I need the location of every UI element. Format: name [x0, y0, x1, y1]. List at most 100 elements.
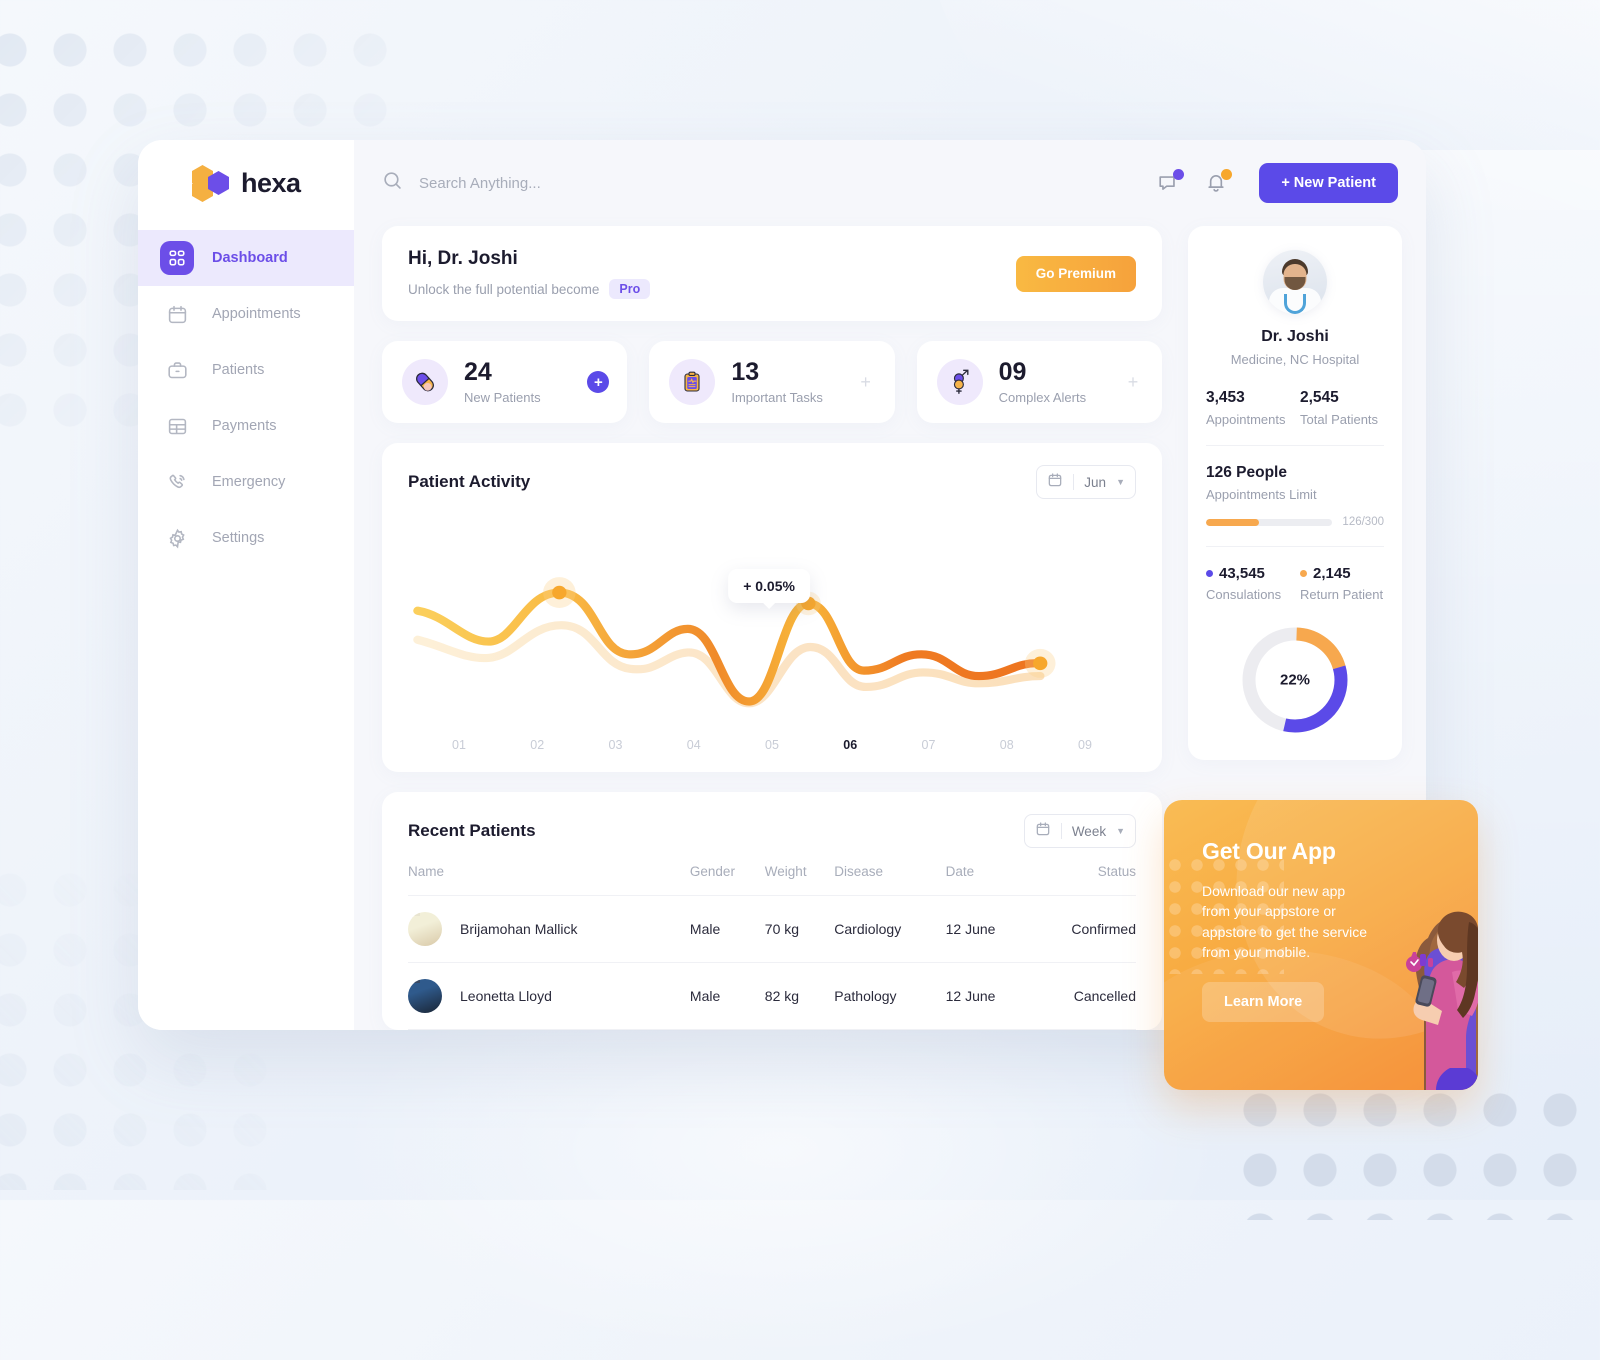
- sidebar-item-dashboard[interactable]: Dashboard: [138, 230, 354, 286]
- month-picker-value: Jun: [1084, 474, 1107, 490]
- learn-more-button[interactable]: Learn More: [1202, 982, 1325, 1023]
- legend-label: Consulations: [1206, 587, 1282, 602]
- chart-x-tick: 09: [1078, 738, 1092, 752]
- grid-icon: [160, 241, 194, 275]
- chart-x-tick: 08: [999, 738, 1014, 752]
- metric-label: Total Patients: [1300, 412, 1379, 427]
- metric-total-patients: 2,545 Total Patients: [1300, 389, 1384, 427]
- table-header-row: Name Gender Weight Disease Date Status: [408, 864, 1136, 896]
- stat-label: New Patients: [464, 389, 541, 405]
- column-header-name: Name: [408, 864, 690, 896]
- table-row[interactable]: Leonetta Lloyd Male 82 kg Pathology 12 J…: [408, 962, 1136, 1030]
- table-row[interactable]: Brijamohan Mallick Male 70 kg Cardiology…: [408, 895, 1136, 963]
- clipboard-icon: [669, 359, 716, 405]
- search-input[interactable]: [419, 174, 739, 192]
- stat-label: Important Tasks: [731, 389, 823, 405]
- sidebar-item-emergency[interactable]: Emergency: [138, 454, 354, 510]
- patient-activity-header: Patient Activity Jun ▼: [408, 465, 1136, 499]
- bell-icon[interactable]: [1199, 166, 1233, 200]
- stat-card-important-tasks[interactable]: 13 Important Tasks +: [649, 341, 895, 423]
- month-picker[interactable]: Jun ▼: [1036, 465, 1136, 499]
- calendar-icon: [1035, 821, 1051, 842]
- new-patient-button[interactable]: + New Patient: [1259, 163, 1398, 203]
- stat-card-complex-alerts[interactable]: 09 Complex Alerts +: [916, 341, 1162, 423]
- sidebar-item-patients[interactable]: Patients: [138, 342, 354, 398]
- column-header-status: Status: [1028, 864, 1136, 896]
- patient-activity-title: Patient Activity: [408, 472, 531, 491]
- recent-patients-header: Recent Patients Week ▼: [408, 814, 1136, 848]
- sidebar-item-settings[interactable]: Settings: [138, 510, 354, 566]
- chevron-down-icon: ▼: [1116, 477, 1125, 487]
- picker-divider: [1073, 474, 1075, 490]
- legend-value: 43,545: [1219, 565, 1265, 582]
- sidebar-item-label: Appointments: [212, 306, 301, 322]
- message-icon[interactable]: [1151, 166, 1185, 200]
- cell-status: Cancelled: [1028, 962, 1136, 1030]
- cell-name: Brijamohan Mallick: [408, 895, 690, 963]
- legend-label: Return Patient: [1300, 587, 1384, 602]
- stats-row: 24 New Patients + 13 Important Tasks + 0…: [382, 341, 1162, 423]
- column-header-gender: Gender: [689, 864, 765, 896]
- metric-appointments: 3,453 Appointments: [1206, 389, 1290, 427]
- chart-x-tick: 07: [921, 738, 936, 752]
- sidebar-item-label: Dashboard: [212, 250, 288, 266]
- sidebar-nav: Dashboard Appointments Patients Payments…: [138, 226, 354, 566]
- cell-status: Confirmed: [1028, 895, 1136, 963]
- promo-title: Get Our App: [1202, 838, 1336, 864]
- get-our-app-card: Get Our App Download our new app from yo…: [1164, 800, 1478, 1090]
- cell-gender: Male: [689, 895, 765, 963]
- sidebar-item-label: Payments: [212, 418, 277, 434]
- picker-divider: [1060, 823, 1062, 839]
- consultation-legend: 43,545 Consulations 2,145 Return Patient: [1206, 565, 1384, 602]
- sidebar: hexa Dashboard Appointments Patients Pay…: [138, 140, 354, 1030]
- table-header: Name Gender Weight Disease Date Status: [408, 864, 1136, 896]
- legend-dot-orange: [1300, 570, 1307, 577]
- stat-text: 24 New Patients: [464, 358, 541, 405]
- stat-card-new-patients[interactable]: 24 New Patients +: [382, 341, 628, 423]
- appointments-limit-block: 126 People Appointments Limit 126/300: [1206, 464, 1384, 528]
- chevron-down-icon: ▼: [1116, 826, 1125, 836]
- limit-label: Appointments Limit: [1206, 487, 1317, 502]
- go-premium-button[interactable]: Go Premium: [1015, 255, 1136, 292]
- metric-label: Appointments: [1206, 412, 1286, 427]
- donut-center-label: 22%: [1279, 671, 1311, 689]
- legend-dot-purple: [1206, 570, 1213, 577]
- period-picker[interactable]: Week ▼: [1023, 814, 1136, 848]
- message-badge: [1173, 169, 1185, 180]
- table-icon: [160, 409, 194, 443]
- cell-disease: Cardiology: [834, 895, 946, 963]
- patient-activity-chart: + 0.05%: [408, 509, 1136, 736]
- sidebar-item-appointments[interactable]: Appointments: [138, 286, 354, 342]
- column-header-date: Date: [945, 864, 1029, 896]
- metric-value: 2,545: [1300, 389, 1339, 406]
- limit-progress-row: 126/300: [1206, 516, 1384, 528]
- add-task-icon[interactable]: +: [855, 371, 877, 393]
- stat-value: 24: [464, 358, 492, 387]
- legend-value: 2,145: [1313, 565, 1351, 582]
- legend-consultations: 43,545 Consulations: [1206, 565, 1290, 602]
- search-icon: [382, 170, 403, 196]
- limit-progress-bar: [1206, 518, 1333, 526]
- background-dot-pattern-bottom-right: [1230, 1080, 1600, 1220]
- hexa-logo-icon: [192, 165, 234, 202]
- sidebar-item-payments[interactable]: Payments: [138, 398, 354, 454]
- chart-x-tick: 02: [530, 738, 545, 752]
- greeting-text: Hi, Dr. Joshi Unlock the full potential …: [408, 248, 651, 299]
- topbar: + New Patient: [354, 140, 1426, 226]
- add-alert-icon[interactable]: +: [1122, 371, 1144, 393]
- search-bar[interactable]: [382, 170, 1137, 196]
- gear-icon: [160, 521, 194, 555]
- patient-name: Leonetta Lloyd: [460, 988, 552, 1004]
- chart-x-tick: 05: [765, 738, 779, 752]
- sidebar-item-label: Emergency: [212, 474, 286, 490]
- add-new-patient-icon[interactable]: +: [587, 371, 610, 393]
- cell-name: Leonetta Lloyd: [408, 962, 690, 1030]
- promo-illustration: [1406, 911, 1478, 1090]
- column-header-disease: Disease: [834, 864, 946, 896]
- limit-value: 126 People: [1206, 464, 1287, 481]
- limit-ratio: 126/300: [1342, 516, 1384, 528]
- table-body: Brijamohan Mallick Male 70 kg Cardiology…: [408, 895, 1136, 1030]
- recent-patients-card: Recent Patients Week ▼ Name Gender Weigh…: [382, 792, 1162, 1030]
- phone-call-icon: [160, 465, 194, 499]
- greeting-title: Hi, Dr. Joshi: [408, 248, 518, 269]
